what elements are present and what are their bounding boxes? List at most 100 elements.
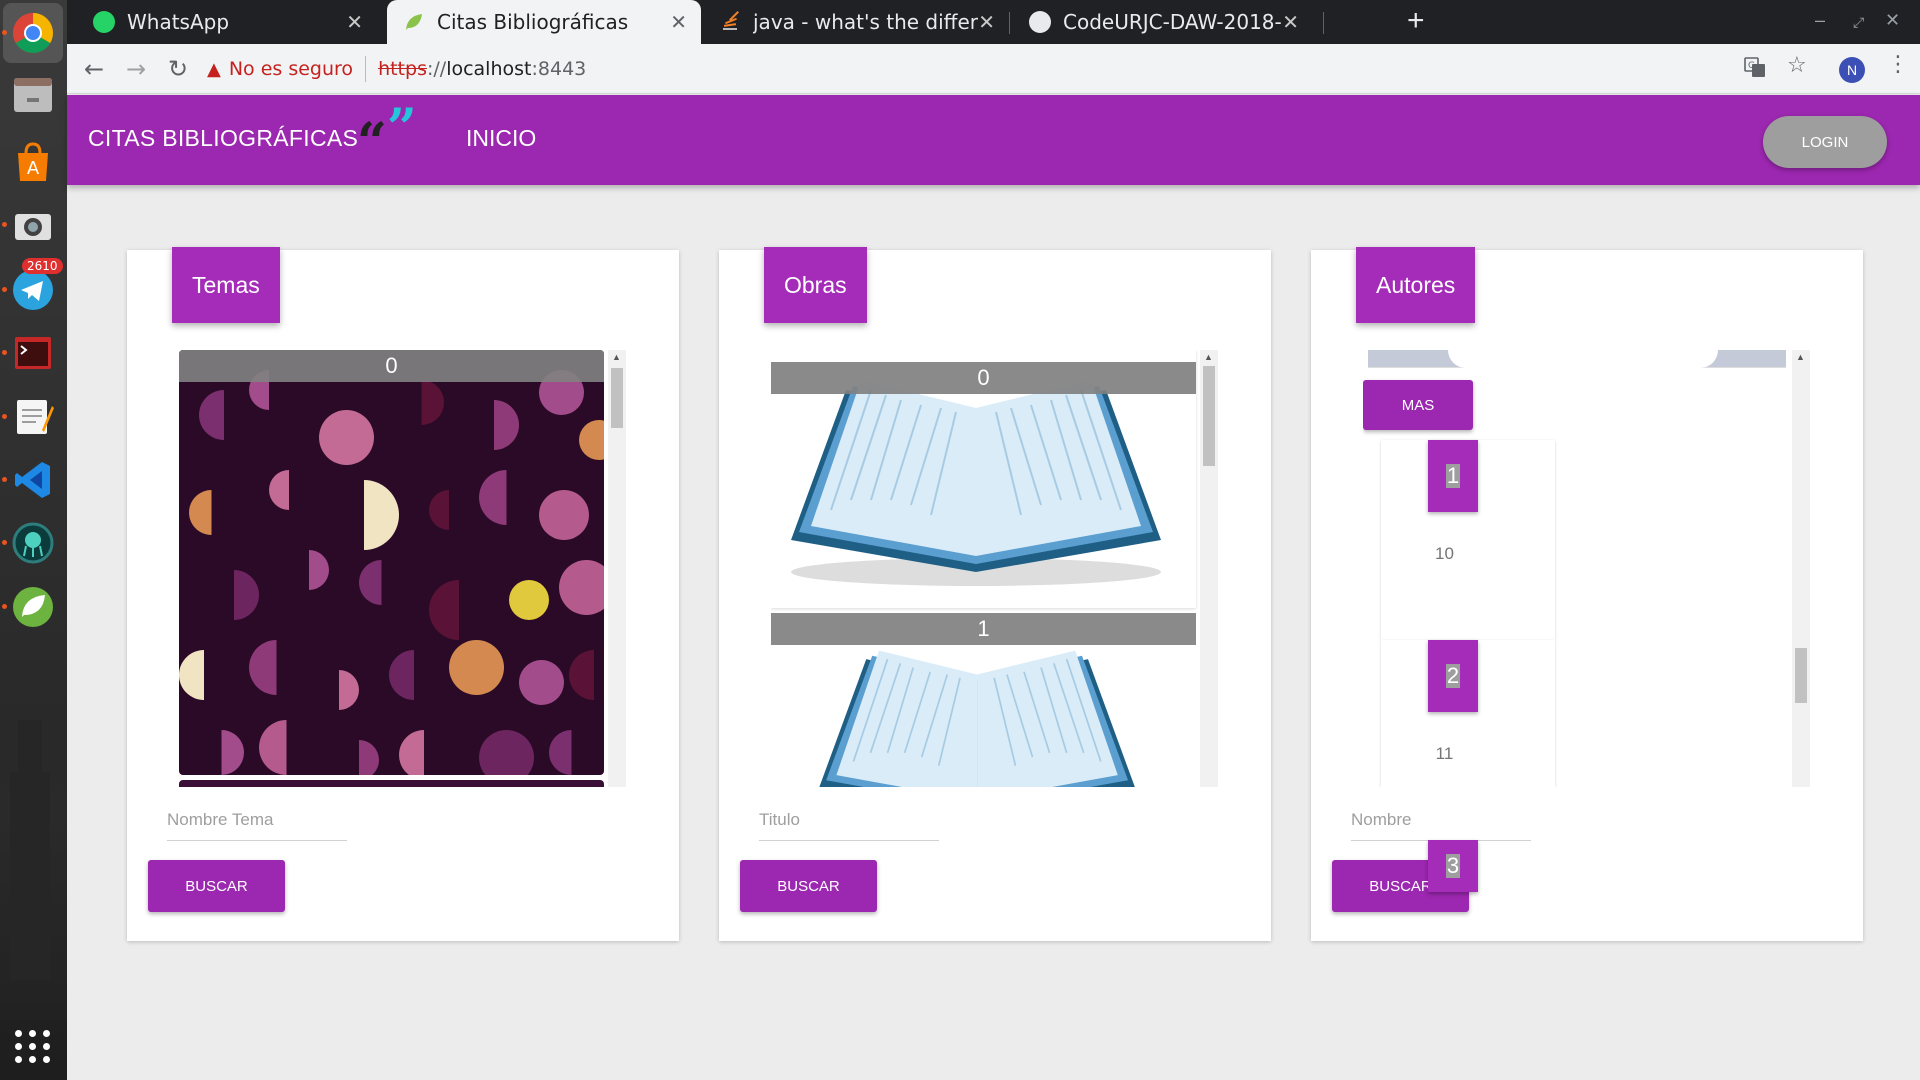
obra-index: 0	[771, 362, 1196, 394]
restore-button[interactable]: ⤢	[1853, 14, 1864, 31]
pattern-shape	[359, 740, 379, 775]
tab-title: WhatsApp	[127, 10, 230, 34]
pattern-shape	[519, 660, 564, 705]
author-item[interactable]: 2 11	[1381, 640, 1555, 787]
nombre-input[interactable]: Nombre	[1351, 810, 1531, 841]
autores-card: Autores MAS 1 10 2 11 ▲ Nombre BUSCAR 3	[1311, 247, 1863, 941]
running-indicator	[2, 287, 7, 292]
address-bar[interactable]: ▲ No es seguro https :// localhost :8443	[207, 49, 1767, 89]
author-index-badge: 1	[1428, 440, 1478, 512]
pattern-shape	[234, 570, 259, 620]
obras-buscar-button[interactable]: BUSCAR	[740, 860, 877, 912]
reload-button[interactable]: ↻	[161, 52, 195, 86]
url-separator: ://	[426, 58, 447, 80]
running-indicator	[2, 222, 7, 227]
tab-whatsapp[interactable]: WhatsApp ✕	[67, 0, 377, 44]
text-editor-icon[interactable]	[8, 392, 58, 442]
tab-title: java - what's the differenc	[753, 10, 978, 34]
pattern-shape	[479, 730, 534, 775]
author-item[interactable]: 1 10	[1381, 440, 1555, 640]
tema-item[interactable]	[179, 780, 604, 787]
obra-item[interactable]: 1	[771, 613, 1196, 787]
login-button[interactable]: LOGIN	[1763, 116, 1887, 168]
pattern-shape	[249, 640, 277, 695]
tab-github[interactable]: CodeURJC-DAW-2018-19/ ✕	[1013, 0, 1313, 44]
security-label[interactable]: No es seguro	[229, 58, 353, 80]
brand-title[interactable]: CITAS BIBLIOGRÁFICAS	[88, 125, 358, 152]
leaf-icon	[403, 11, 425, 33]
close-icon[interactable]: ✕	[978, 10, 995, 34]
pattern-shape	[429, 580, 459, 640]
temas-buscar-button[interactable]: BUSCAR	[148, 860, 285, 912]
pattern-shape	[399, 730, 424, 775]
back-button[interactable]: ←	[77, 52, 111, 86]
author-index: 2	[1445, 663, 1461, 688]
translate-icon[interactable]: G	[1744, 56, 1766, 84]
scroll-up-icon[interactable]: ▲	[1204, 352, 1213, 362]
temas-card: Temas 0 ▲ Nombre Tema BUSCAR	[127, 247, 679, 941]
nombre-tema-input[interactable]: Nombre Tema	[167, 810, 347, 841]
mas-button[interactable]: MAS	[1363, 380, 1473, 430]
files-icon[interactable]	[8, 70, 58, 120]
tab-strip: WhatsApp ✕ Citas Bibliográficas ✕ java -…	[67, 0, 1920, 44]
scroll-thumb[interactable]	[1795, 648, 1807, 703]
close-window-button[interactable]: ✕	[1885, 10, 1900, 31]
running-indicator	[2, 477, 7, 482]
obra-item[interactable]: 0	[771, 350, 1196, 608]
gitkraken-icon[interactable]	[8, 518, 58, 568]
tema-item[interactable]: 0	[179, 350, 604, 775]
browser-toolbar: ← → ↻ ▲ No es seguro https :// localhost…	[67, 44, 1920, 94]
menu-icon[interactable]: ⋮	[1887, 52, 1909, 77]
nav-inicio-link[interactable]: INICIO	[466, 125, 536, 152]
titulo-input[interactable]: Titulo	[759, 810, 939, 841]
autores-scrollbar[interactable]: ▲	[1792, 350, 1810, 787]
tab-citas[interactable]: Citas Bibliográficas ✕	[387, 0, 701, 44]
pattern-shape	[539, 490, 589, 540]
show-apps-button[interactable]	[12, 1025, 54, 1067]
pattern-shape	[364, 480, 399, 550]
github-icon	[1029, 11, 1051, 33]
svg-text:A: A	[27, 158, 40, 179]
pattern-shape	[389, 650, 414, 700]
obras-header: Obras	[764, 247, 867, 323]
pattern-shape	[509, 580, 549, 620]
scroll-thumb[interactable]	[611, 368, 623, 428]
forward-button[interactable]: →	[119, 52, 153, 86]
obras-list[interactable]: 0 1 ▲	[771, 350, 1218, 787]
url-host: localhost	[446, 58, 532, 80]
author-image-partial	[1368, 350, 1786, 368]
tab-stackoverflow[interactable]: java - what's the differenc ✕	[703, 0, 1009, 44]
spring-icon[interactable]	[8, 582, 58, 632]
quote-logo-icon: “”	[357, 103, 417, 169]
camera-icon[interactable]	[8, 200, 58, 250]
vscode-icon[interactable]	[8, 455, 58, 505]
close-icon[interactable]: ✕	[346, 10, 363, 34]
chrome-icon[interactable]	[3, 3, 63, 63]
pattern-shape	[309, 550, 329, 590]
scroll-thumb[interactable]	[1203, 366, 1215, 466]
author-index-badge: 2	[1428, 640, 1478, 712]
tab-separator	[1323, 12, 1324, 34]
tab-separator	[1009, 12, 1010, 34]
temas-list[interactable]: 0 ▲	[179, 350, 626, 787]
minimize-button[interactable]: –	[1815, 10, 1825, 31]
terminal-icon[interactable]	[8, 328, 58, 378]
running-indicator	[2, 414, 7, 419]
temas-scrollbar[interactable]: ▲	[608, 350, 626, 787]
software-center-icon[interactable]: A	[8, 137, 58, 187]
new-tab-button[interactable]: +	[1407, 4, 1425, 38]
close-icon[interactable]: ✕	[670, 10, 687, 34]
pattern-shape	[269, 470, 289, 510]
omnibox-divider	[365, 56, 367, 82]
obras-scrollbar[interactable]: ▲	[1200, 350, 1218, 787]
close-icon[interactable]: ✕	[1282, 10, 1299, 34]
scroll-up-icon[interactable]: ▲	[612, 352, 621, 362]
pattern-shape	[359, 560, 382, 605]
scroll-up-icon[interactable]: ▲	[1796, 352, 1805, 362]
profile-avatar[interactable]: N	[1839, 57, 1865, 83]
star-icon[interactable]: ☆	[1787, 53, 1807, 78]
pattern-shape	[259, 720, 287, 775]
autores-list[interactable]: MAS 1 10 2 11 ▲	[1363, 350, 1810, 787]
author-index: 1	[1445, 463, 1461, 488]
site-navbar: CITAS BIBLIOGRÁFICAS “” INICIO LOGIN	[67, 95, 1920, 185]
